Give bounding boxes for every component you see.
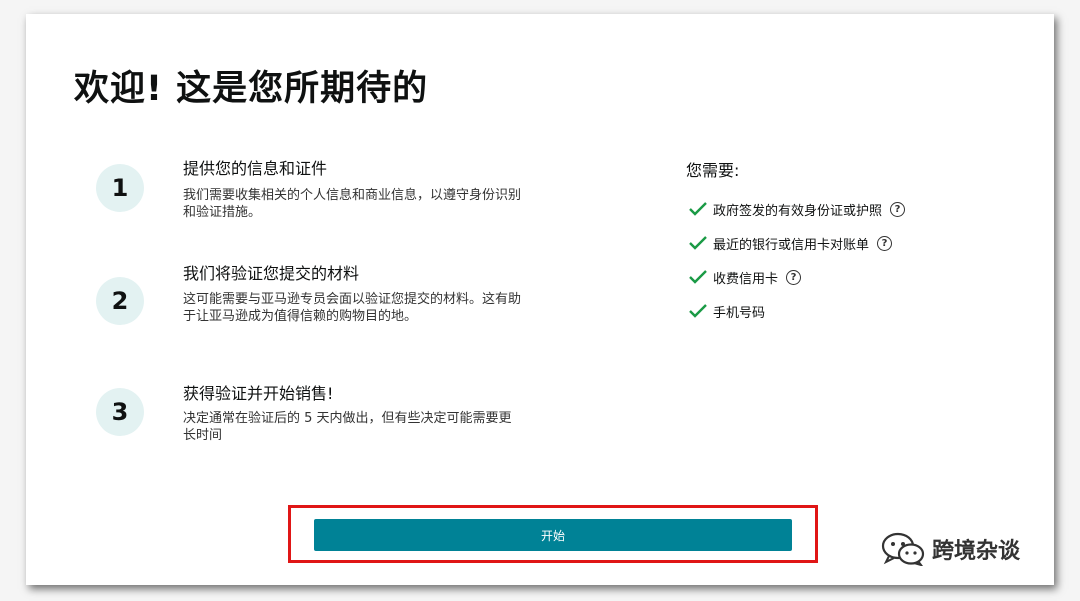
requirement-item: 收费信用卡 ?: [688, 267, 802, 287]
step-number-2: 2: [96, 277, 144, 325]
check-icon: [689, 304, 707, 318]
start-button[interactable]: 开始: [314, 519, 792, 551]
requirements-heading: 您需要:: [686, 161, 740, 180]
help-icon[interactable]: ?: [786, 269, 802, 285]
step-description-3: 决定通常在验证后的 5 天内做出，但有些决定可能需要更长时间: [183, 411, 512, 443]
step-title-2: 我们将验证您提交的材料: [183, 264, 360, 283]
help-icon[interactable]: ?: [890, 201, 906, 217]
check-icon: [689, 236, 707, 250]
step-description-1: 我们需要收集相关的个人信息和商业信息，以遵守身份识别和验证措施。: [183, 188, 522, 220]
requirement-item: 最近的银行或信用卡对账单 ?: [688, 233, 893, 253]
check-icon: [689, 270, 707, 284]
watermark-text: 跨境杂谈: [932, 539, 1021, 564]
requirement-label: 收费信用卡: [713, 271, 779, 287]
step-description-2: 这可能需要与亚马逊专员会面以验证您提交的材料。这有助于让亚马逊成为值得信赖的购物…: [183, 292, 522, 324]
check-icon: [689, 202, 707, 216]
welcome-card: 欢迎! 这是您所期待的 1 提供您的信息和证件 我们需要收集相关的个人信息和商业…: [26, 14, 1054, 585]
help-icon[interactable]: ?: [877, 235, 893, 251]
step-title-1: 提供您的信息和证件: [183, 159, 328, 178]
step-number-3: 3: [96, 388, 144, 436]
requirement-label: 最近的银行或信用卡对账单: [713, 237, 870, 253]
watermark: 跨境杂谈: [880, 532, 1020, 566]
page-title: 欢迎! 这是您所期待的: [74, 69, 429, 109]
requirement-label: 手机号码: [713, 305, 766, 321]
requirement-item: 政府签发的有效身份证或护照 ?: [688, 199, 906, 219]
requirement-item: 手机号码: [688, 301, 765, 321]
step-number-1: 1: [96, 164, 144, 212]
requirement-label: 政府签发的有效身份证或护照: [713, 203, 883, 219]
wechat-icon: [881, 532, 925, 566]
step-title-3: 获得验证并开始销售!: [183, 384, 334, 403]
